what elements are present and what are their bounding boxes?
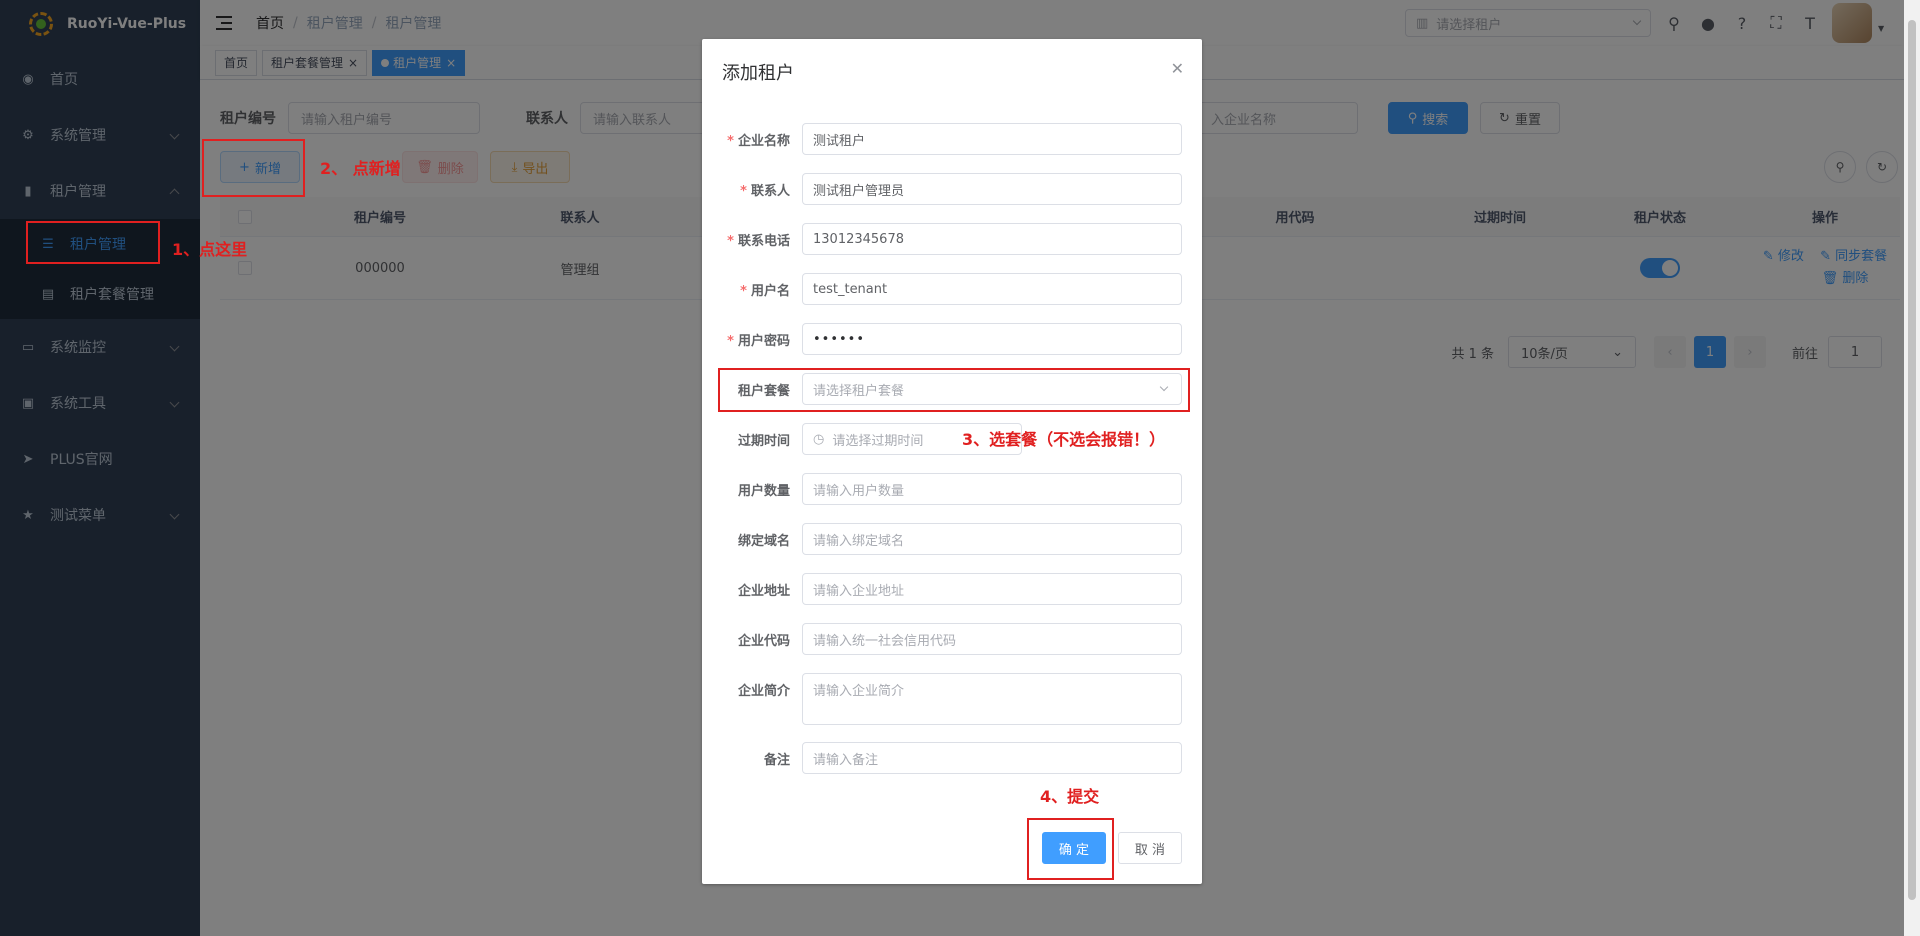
annotation-step3: 3、选套餐（不选会报错！） bbox=[962, 430, 1166, 449]
cancel-button[interactable]: 取 消 bbox=[1118, 832, 1182, 864]
company-name-value: 测试租户 bbox=[813, 133, 866, 149]
annotation-box-step4 bbox=[1027, 818, 1114, 880]
password-label: * 用户密码 bbox=[727, 333, 790, 349]
contact-user-field[interactable]: 测试租户管理员 bbox=[802, 173, 1182, 205]
row-license: 企业代码 请输入统一社会信用代码 bbox=[702, 623, 1202, 655]
expire-time-placeholder: 请选择过期时间 bbox=[832, 433, 924, 449]
domain-field[interactable]: 请输入绑定域名 bbox=[802, 523, 1182, 555]
contact-phone-label: * 联系电话 bbox=[727, 233, 790, 249]
row-contact-phone: * 联系电话 13012345678 bbox=[702, 223, 1202, 255]
dialog-title: 添加租户 bbox=[722, 63, 794, 84]
username-field[interactable]: test_tenant bbox=[802, 273, 1182, 305]
page-scrollbar[interactable] bbox=[1904, 0, 1920, 936]
close-icon[interactable]: ✕ bbox=[1171, 59, 1184, 78]
annotation-step4: 4、提交 bbox=[1040, 787, 1100, 806]
clock-icon: ◷ bbox=[813, 431, 825, 447]
row-password: * 用户密码 •••••• bbox=[702, 323, 1202, 355]
row-address: 企业地址 请输入企业地址 bbox=[702, 573, 1202, 605]
remark-label: 备注 bbox=[763, 752, 790, 768]
account-count-label: 用户数量 bbox=[737, 483, 790, 499]
domain-label: 绑定域名 bbox=[737, 533, 790, 549]
contact-user-label: * 联系人 bbox=[740, 183, 790, 199]
expire-time-label: 过期时间 bbox=[737, 433, 790, 449]
address-placeholder: 请输入企业地址 bbox=[813, 583, 905, 599]
row-remark: 备注 请输入备注 bbox=[702, 742, 1202, 774]
company-name-field[interactable]: 测试租户 bbox=[802, 123, 1182, 155]
row-intro: 企业简介 请输入企业简介 bbox=[702, 673, 1202, 725]
row-company-name: * 企业名称 测试租户 bbox=[702, 123, 1202, 155]
intro-label: 企业简介 bbox=[737, 684, 790, 699]
annotation-step1: 1、点这里 bbox=[172, 240, 248, 259]
remark-placeholder: 请输入备注 bbox=[813, 752, 879, 768]
intro-textarea[interactable]: 请输入企业简介 bbox=[802, 673, 1182, 725]
add-tenant-dialog: 添加租户 ✕ * 企业名称 测试租户 * 联系人 测试租户管理员 * 联系电话 130… bbox=[702, 39, 1202, 884]
account-count-field[interactable]: 请输入用户数量 bbox=[802, 473, 1182, 505]
password-field[interactable]: •••••• bbox=[802, 323, 1182, 355]
username-label: * 用户名 bbox=[740, 283, 790, 299]
scrollbar-thumb[interactable] bbox=[1908, 20, 1916, 900]
annotation-box-step1 bbox=[26, 221, 160, 264]
license-placeholder: 请输入统一社会信用代码 bbox=[813, 633, 957, 649]
contact-user-value: 测试租户管理员 bbox=[813, 183, 905, 199]
license-label: 企业代码 bbox=[737, 633, 790, 649]
annotation-box-step2 bbox=[202, 139, 305, 197]
company-name-label: * 企业名称 bbox=[727, 133, 790, 149]
contact-phone-field[interactable]: 13012345678 bbox=[802, 223, 1182, 255]
annotation-box-step3 bbox=[718, 368, 1190, 412]
intro-placeholder: 请输入企业简介 bbox=[813, 684, 905, 699]
password-value: •••••• bbox=[813, 331, 866, 347]
row-domain: 绑定域名 请输入绑定域名 bbox=[702, 523, 1202, 555]
account-count-placeholder: 请输入用户数量 bbox=[813, 483, 905, 499]
annotation-step2: 2、 点新增 bbox=[320, 159, 401, 178]
license-field[interactable]: 请输入统一社会信用代码 bbox=[802, 623, 1182, 655]
address-field[interactable]: 请输入企业地址 bbox=[802, 573, 1182, 605]
row-contact-user: * 联系人 测试租户管理员 bbox=[702, 173, 1202, 205]
username-value: test_tenant bbox=[813, 281, 888, 297]
contact-phone-value: 13012345678 bbox=[813, 231, 904, 247]
cancel-label: 取 消 bbox=[1134, 842, 1166, 858]
domain-placeholder: 请输入绑定域名 bbox=[813, 533, 905, 549]
remark-field[interactable]: 请输入备注 bbox=[802, 742, 1182, 774]
row-username: * 用户名 test_tenant bbox=[702, 273, 1202, 305]
row-account-count: 用户数量 请输入用户数量 bbox=[702, 473, 1202, 505]
address-label: 企业地址 bbox=[737, 583, 790, 599]
